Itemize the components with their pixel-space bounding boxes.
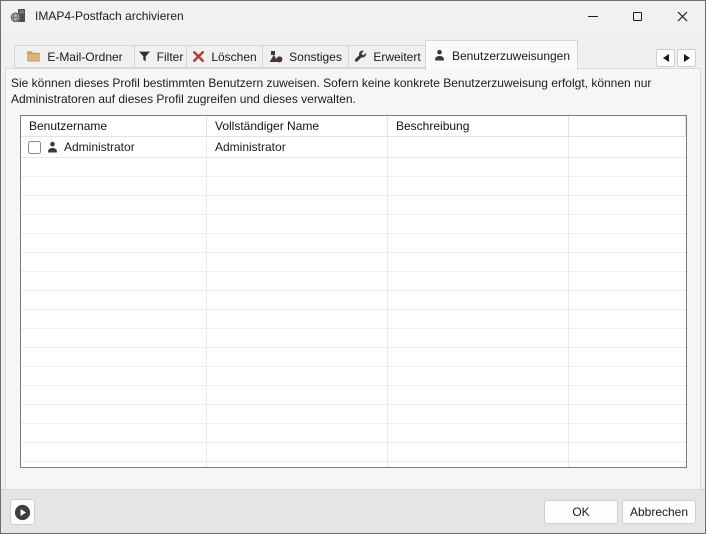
- column-header-vollstaendiger-name[interactable]: Vollständiger Name: [207, 116, 388, 137]
- tab-label: Sonstiges: [289, 50, 342, 64]
- maximize-icon: [633, 12, 642, 21]
- table-row-empty: [21, 367, 686, 386]
- tab-loeschen[interactable]: Löschen: [186, 45, 263, 68]
- user-checkbox[interactable]: [28, 141, 41, 154]
- close-button[interactable]: [660, 1, 705, 31]
- media-play-button[interactable]: [10, 499, 35, 525]
- table-row-empty: [21, 196, 686, 215]
- person-icon: [46, 141, 59, 154]
- table-row-administrator[interactable]: Administrator Administrator: [21, 137, 686, 158]
- window-controls: [570, 1, 705, 31]
- table-row-empty: [21, 177, 686, 196]
- table-row-empty: [21, 348, 686, 367]
- tab-scroll-left-button[interactable]: [656, 49, 675, 67]
- column-header-beschreibung[interactable]: Beschreibung: [388, 116, 569, 137]
- close-icon: [677, 11, 688, 22]
- table-row-empty: [21, 234, 686, 253]
- tab-label: E-Mail-Ordner: [47, 50, 122, 64]
- folder-icon: [26, 50, 41, 63]
- tab-label: Filter: [157, 50, 184, 64]
- table-header-row: Benutzername Vollständiger Name Beschrei…: [21, 116, 686, 137]
- delete-x-icon: [192, 50, 205, 63]
- user-assignment-table[interactable]: Benutzername Vollständiger Name Beschrei…: [20, 115, 687, 468]
- cancel-button[interactable]: Abbrechen: [622, 500, 696, 524]
- table-row-empty: [21, 443, 686, 462]
- table-row-empty: [21, 329, 686, 348]
- table-row-empty: [21, 424, 686, 443]
- dialog-window: IMAP4-Postfach archivieren E-Mail-Ordner…: [0, 0, 706, 534]
- column-header-empty[interactable]: [569, 116, 686, 137]
- table-row-empty: [21, 291, 686, 310]
- tab-scroll-right-button[interactable]: [677, 49, 696, 67]
- cell-vollstaendiger-name: Administrator: [207, 137, 388, 158]
- table-row-empty: [21, 310, 686, 329]
- tab-email-ordner[interactable]: E-Mail-Ordner: [14, 45, 135, 68]
- tab-label: Benutzerzuweisungen: [452, 49, 570, 63]
- window-title: IMAP4-Postfach archivieren: [35, 9, 184, 23]
- description-text: Sie können dieses Profil bestimmten Benu…: [11, 75, 673, 107]
- shapes-icon: [269, 50, 283, 63]
- footer-bar: OK Abbrechen: [1, 489, 705, 533]
- table-row-empty: [21, 462, 686, 468]
- person-icon: [433, 49, 446, 62]
- triangle-left-icon: [663, 54, 669, 62]
- cell-benutzername: Administrator: [64, 140, 135, 154]
- cell-empty: [569, 137, 686, 158]
- table-row-empty: [21, 272, 686, 291]
- table-row-empty: [21, 253, 686, 272]
- ok-button[interactable]: OK: [544, 500, 618, 524]
- funnel-icon: [138, 50, 151, 63]
- tab-benutzerzuweisungen[interactable]: Benutzerzuweisungen: [425, 40, 578, 70]
- play-circle-icon: [14, 504, 31, 521]
- column-header-benutzername[interactable]: Benutzername: [21, 116, 207, 137]
- table-row-empty: [21, 158, 686, 177]
- titlebar: IMAP4-Postfach archivieren: [1, 1, 705, 31]
- cell-beschreibung: [388, 137, 569, 158]
- tab-filter[interactable]: Filter: [134, 45, 187, 68]
- minimize-icon: [588, 16, 598, 17]
- tab-label: Erweitert: [373, 50, 420, 64]
- table-row-empty: [21, 386, 686, 405]
- tab-label: Löschen: [211, 50, 256, 64]
- table-empty-rows: [21, 158, 686, 468]
- tab-page-benutzerzuweisungen: Sie können dieses Profil bestimmten Benu…: [5, 68, 701, 490]
- triangle-right-icon: [684, 54, 690, 62]
- table-row-empty: [21, 405, 686, 424]
- table-row-empty: [21, 215, 686, 234]
- app-icon: [10, 8, 27, 24]
- wrench-icon: [353, 50, 367, 64]
- tab-sonstiges[interactable]: Sonstiges: [262, 45, 349, 68]
- minimize-button[interactable]: [570, 1, 615, 31]
- tab-erweitert[interactable]: Erweitert: [348, 45, 426, 68]
- maximize-button[interactable]: [615, 1, 660, 31]
